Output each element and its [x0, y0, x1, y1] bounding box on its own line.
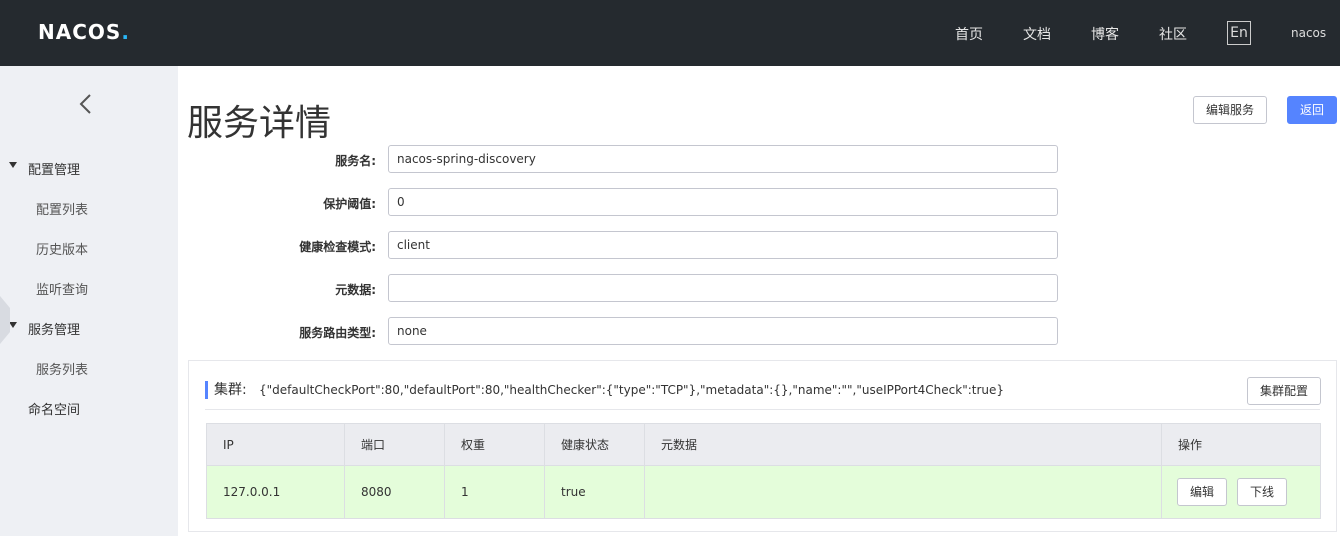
table-header: IP 端口 权重 健康状态 元数据 操作 — [207, 424, 1320, 466]
column-actions: 操作 — [1178, 438, 1203, 452]
chevron-left-icon[interactable] — [76, 92, 96, 116]
column-ip: IP — [207, 424, 345, 465]
sidebar-item-config-list[interactable]: 配置列表 — [36, 199, 88, 218]
protect-threshold-label: 保护阈值: — [323, 197, 376, 211]
sidebar-item-listener[interactable]: 监听查询 — [36, 279, 88, 298]
route-type-field[interactable]: none — [388, 317, 1058, 345]
language-toggle[interactable]: En — [1227, 21, 1251, 45]
column-port: 端口 — [345, 424, 445, 465]
logo-text: NACOS — [38, 20, 122, 44]
divider — [205, 409, 1320, 410]
cluster-card: 集群: {"defaultCheckPort":80,"defaultPort"… — [188, 360, 1337, 532]
service-name-field[interactable]: nacos-spring-discovery — [388, 145, 1058, 173]
sidebar-group-config[interactable]: 配置管理 — [28, 159, 80, 178]
column-metadata: 元数据 — [645, 424, 1162, 465]
health-check-mode-label: 健康检查模式: — [299, 240, 376, 254]
protect-threshold-field[interactable]: 0 — [388, 188, 1058, 216]
metadata-field[interactable] — [388, 274, 1058, 302]
sidebar: 配置管理 配置列表 历史版本 监听查询 服务管理 服务列表 命名空间 — [0, 66, 178, 536]
edit-service-button[interactable]: 编辑服务 — [1193, 96, 1267, 124]
offline-instance-button[interactable]: 下线 — [1237, 478, 1287, 506]
sidebar-item-history[interactable]: 历史版本 — [36, 239, 88, 258]
cell-ip: 127.0.0.1 — [207, 466, 345, 518]
page-title: 服务详情 — [187, 103, 332, 144]
sidebar-item-namespace[interactable]: 命名空间 — [28, 399, 80, 418]
user-menu[interactable]: nacos — [1291, 26, 1326, 40]
cluster-config-button[interactable]: 集群配置 — [1247, 377, 1321, 405]
cell-port: 8080 — [345, 466, 445, 518]
cluster-config-json: {"defaultCheckPort":80,"defaultPort":80,… — [259, 383, 1005, 397]
metadata-label: 元数据: — [335, 283, 376, 297]
nav-docs[interactable]: 文档 — [1023, 24, 1051, 44]
cell-metadata — [645, 466, 1162, 518]
cluster-heading: 集群: — [205, 381, 247, 399]
health-check-mode-field[interactable]: client — [388, 231, 1058, 259]
cell-health: true — [545, 466, 645, 518]
sidebar-item-service-list[interactable]: 服务列表 — [36, 359, 88, 378]
caret-down-icon[interactable] — [9, 162, 17, 168]
logo-dot: . — [121, 20, 130, 44]
edit-instance-button[interactable]: 编辑 — [1177, 478, 1227, 506]
back-button[interactable]: 返回 — [1287, 96, 1337, 124]
top-navbar: NACOS. 首页 文档 博客 社区 En nacos — [0, 0, 1340, 66]
table-row: 127.0.0.1 8080 1 true 编辑 下线 — [207, 466, 1320, 518]
column-health: 健康状态 — [545, 424, 645, 465]
sidebar-group-service[interactable]: 服务管理 — [28, 319, 80, 338]
instance-table: IP 端口 权重 健康状态 元数据 操作 127.0.0.1 8080 1 tr… — [206, 423, 1321, 519]
nav-blog[interactable]: 博客 — [1091, 24, 1119, 44]
nav-home[interactable]: 首页 — [955, 24, 983, 44]
service-name-label: 服务名: — [335, 154, 376, 168]
nav-community[interactable]: 社区 — [1159, 24, 1187, 44]
column-weight: 权重 — [445, 424, 545, 465]
nacos-logo[interactable]: NACOS. — [38, 20, 130, 44]
sidebar-collapse-handle[interactable] — [0, 296, 10, 344]
route-type-label: 服务路由类型: — [299, 326, 376, 340]
caret-down-icon[interactable] — [9, 322, 17, 328]
cell-actions: 编辑 下线 — [1162, 466, 1320, 518]
cell-weight: 1 — [445, 466, 545, 518]
